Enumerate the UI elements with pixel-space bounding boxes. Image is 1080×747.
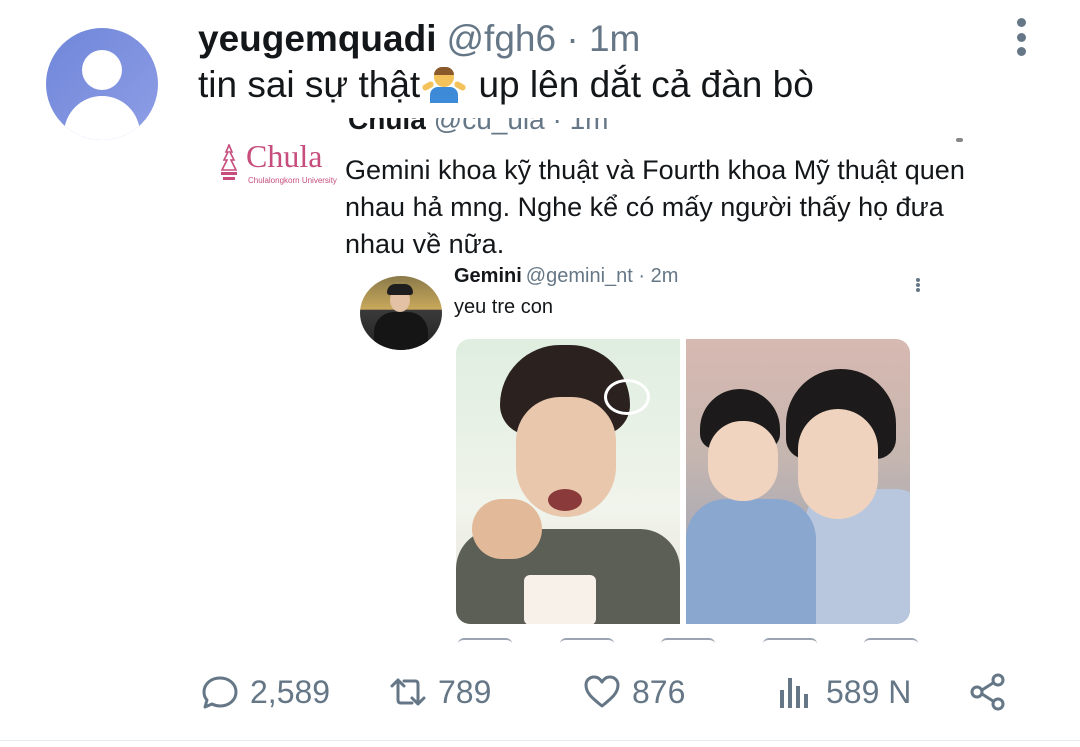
retweet-icon	[390, 678, 426, 706]
retweet-count: 789	[438, 673, 492, 710]
person-shrugging-emoji	[421, 67, 467, 103]
like-button[interactable]: 876	[582, 666, 685, 718]
views-count: 589 N	[826, 673, 912, 710]
inner-text: yeu tre con	[454, 296, 553, 318]
inner-stats-cut	[458, 638, 918, 646]
reply-button[interactable]: 2,589	[200, 666, 330, 718]
bottom-divider	[0, 740, 1080, 741]
tweet-action-bar: 2,589 789 876 589 N	[196, 666, 1016, 718]
more-dot	[1016, 47, 1026, 56]
chula-logo-subtext: Chulalongkorn University	[248, 176, 337, 185]
like-count: 876	[632, 673, 686, 710]
avatar-body-shape	[64, 96, 140, 140]
tweet-text-part-1: tin sai sự thật	[198, 64, 421, 105]
reply-count: 2,589	[250, 673, 331, 710]
more-options-icon[interactable]	[1008, 18, 1034, 56]
inner-photo-left	[456, 339, 680, 624]
quoted-author: Chula	[348, 118, 426, 135]
inner-photo-right	[686, 339, 910, 624]
retweet-button[interactable]: 789	[388, 666, 491, 718]
embedded-screenshot[interactable]: Chula @cu_ula · 1m Chula Chulalongkorn Un…	[208, 118, 984, 646]
share-icon	[970, 673, 1005, 711]
chula-logo: Chula Chulalongkorn University	[218, 138, 337, 186]
display-name[interactable]: yeugemquadi	[198, 18, 437, 60]
more-dot	[1016, 18, 1026, 27]
handle-and-time: @fgh6 · 1m	[446, 18, 641, 59]
views-icon	[780, 678, 808, 708]
tweet-text: tin sai sự thật up lên dắt cả đàn bò	[198, 64, 814, 106]
inner-author: Gemini	[454, 265, 522, 287]
user-avatar[interactable]	[46, 28, 158, 140]
reply-icon	[202, 676, 238, 709]
quoted-text: Gemini khoa kỹ thuật và Fourth khoa Mỹ t…	[345, 155, 965, 259]
inner-more-icon	[916, 278, 922, 292]
inner-handle: @gemini_nt · 2m	[525, 265, 679, 287]
quoted-handle: @cu_ula · 1m	[433, 118, 609, 135]
chula-logo-text: Chula	[246, 138, 323, 174]
inner-avatar	[360, 276, 442, 350]
quoted-header-cut: Chula @cu_ula · 1m	[348, 118, 609, 134]
more-dot	[1016, 32, 1026, 42]
inner-header: Gemini @gemini_nt · 2m	[454, 266, 678, 286]
like-icon	[584, 675, 620, 708]
tweet-text-part-2: up lên dắt cả đàn bò	[468, 64, 814, 105]
avatar-head-shape	[82, 50, 122, 90]
tweet-header: yeugemquadi @fgh6 · 1m	[198, 14, 640, 64]
views-button[interactable]: 589 N	[776, 666, 911, 718]
quoted-more-icon	[956, 138, 963, 142]
share-button[interactable]	[968, 666, 1008, 718]
chula-emblem-icon	[220, 144, 238, 180]
